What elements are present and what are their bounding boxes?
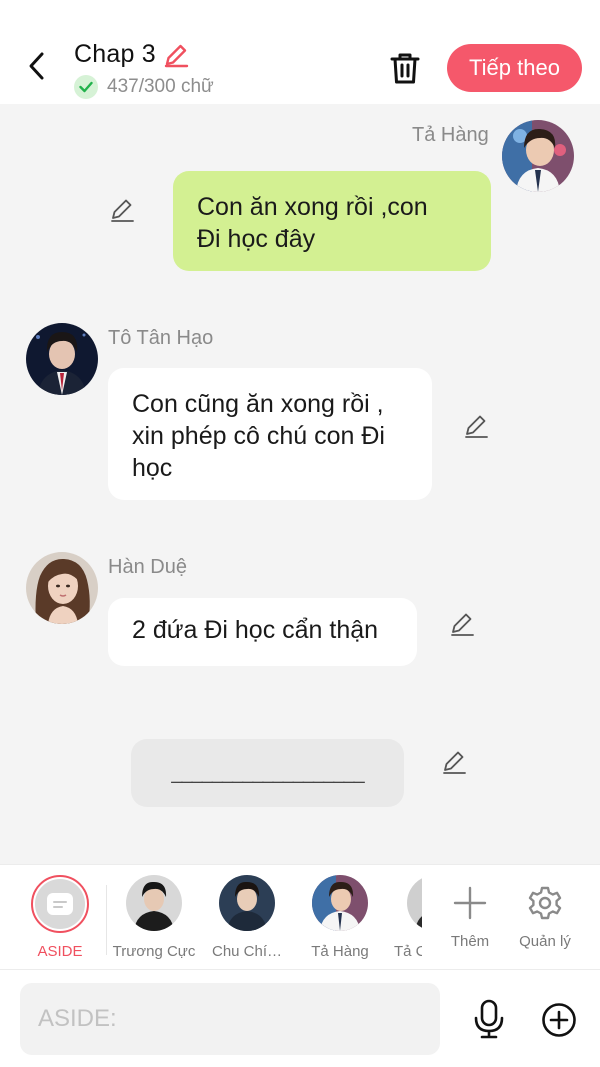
avatar [219, 875, 275, 931]
character-item[interactable]: Tả C [387, 875, 422, 960]
avatar[interactable] [26, 323, 98, 395]
avatar [312, 875, 368, 931]
edit-message-button[interactable] [446, 608, 478, 640]
voice-button[interactable] [468, 997, 510, 1041]
next-button[interactable]: Tiếp theo [447, 44, 582, 92]
character-label: ASIDE [37, 943, 83, 960]
plus-circle-icon [542, 1003, 576, 1037]
avatar [407, 875, 422, 931]
edit-message-button[interactable] [460, 410, 492, 442]
character-list[interactable]: ASIDE Trương Cực Chu Chí… Tả Hàng Tả C [0, 865, 422, 971]
top-bar: Chap 3 437/300 chữ Tiếp theo [0, 0, 600, 104]
divider [106, 885, 107, 955]
check-icon [74, 75, 98, 99]
sender-name: Hàn Duệ [108, 556, 187, 578]
edit-title-button[interactable] [162, 41, 190, 69]
character-item[interactable]: Chu Chí… [201, 875, 293, 960]
sender-name: Tả Hàng [412, 124, 489, 146]
message-input[interactable] [20, 983, 440, 1055]
message-icon [47, 893, 73, 915]
character-label: Chu Chí… [211, 943, 283, 960]
avatar [126, 875, 182, 931]
chapter-title: Chap 3 [74, 40, 156, 68]
character-item[interactable]: Tả Hàng [294, 875, 386, 960]
delete-button[interactable] [386, 48, 424, 88]
sender-name: Tô Tân Hạo [108, 327, 214, 349]
message-bubble[interactable]: 2 đứa Đi học cẩn thận [108, 598, 417, 666]
word-count: 437/300 chữ [107, 76, 214, 97]
avatar[interactable] [26, 552, 98, 624]
manage-label: Quản lý [519, 933, 571, 950]
message-text-line: Đi học đây [197, 225, 316, 253]
character-bar: ASIDE Trương Cực Chu Chí… Tả Hàng Tả C T… [0, 864, 600, 970]
avatar[interactable] [502, 120, 574, 192]
microphone-icon [474, 999, 504, 1039]
input-bar [0, 971, 600, 1067]
aside-bubble[interactable]: ___________________ [131, 739, 404, 807]
character-aside[interactable]: ASIDE [14, 875, 106, 960]
pencil-icon [451, 613, 474, 636]
message-text-line: học [132, 454, 173, 482]
add-character-button[interactable]: Thêm [435, 875, 505, 950]
message-text-line: Con cũng ăn xong rồi , [132, 390, 384, 418]
pencil-icon [443, 751, 466, 774]
edit-message-button[interactable] [438, 746, 470, 778]
add-button[interactable] [538, 999, 580, 1041]
chapter-title-block: Chap 3 437/300 chữ [74, 40, 214, 99]
message-bubble[interactable]: Con cũng ăn xong rồi , xin phép cô chú c… [108, 368, 432, 500]
edit-message-button[interactable] [106, 194, 138, 226]
message-bubble[interactable]: Con ăn xong rồi ,con Đi học đây [173, 171, 491, 271]
add-label: Thêm [450, 933, 490, 950]
gear-icon [528, 886, 562, 920]
pencil-icon [111, 199, 134, 222]
pencil-icon [465, 415, 488, 438]
pencil-icon [164, 44, 189, 67]
manage-characters-button[interactable]: Quản lý [510, 875, 580, 950]
character-item[interactable]: Trương Cực [108, 875, 200, 960]
message-text-line: xin phép cô chú con Đi [132, 422, 385, 450]
aside-text: ___________________ [171, 762, 364, 784]
message-text-line: 2 đứa Đi học cẩn thận [132, 616, 379, 644]
character-label: Tả Hàng [311, 943, 369, 960]
chevron-left-icon [29, 52, 44, 80]
message-text-line: Con ăn xong rồi ,con [197, 193, 428, 221]
chat-area[interactable]: Tả Hàng Con ăn xong rồi ,con Đi học đây … [0, 104, 600, 864]
plus-icon [453, 886, 487, 920]
trash-icon [390, 53, 420, 84]
character-label: Tả C [394, 943, 422, 960]
back-button[interactable] [20, 48, 54, 84]
character-label: Trương Cực [112, 943, 196, 960]
